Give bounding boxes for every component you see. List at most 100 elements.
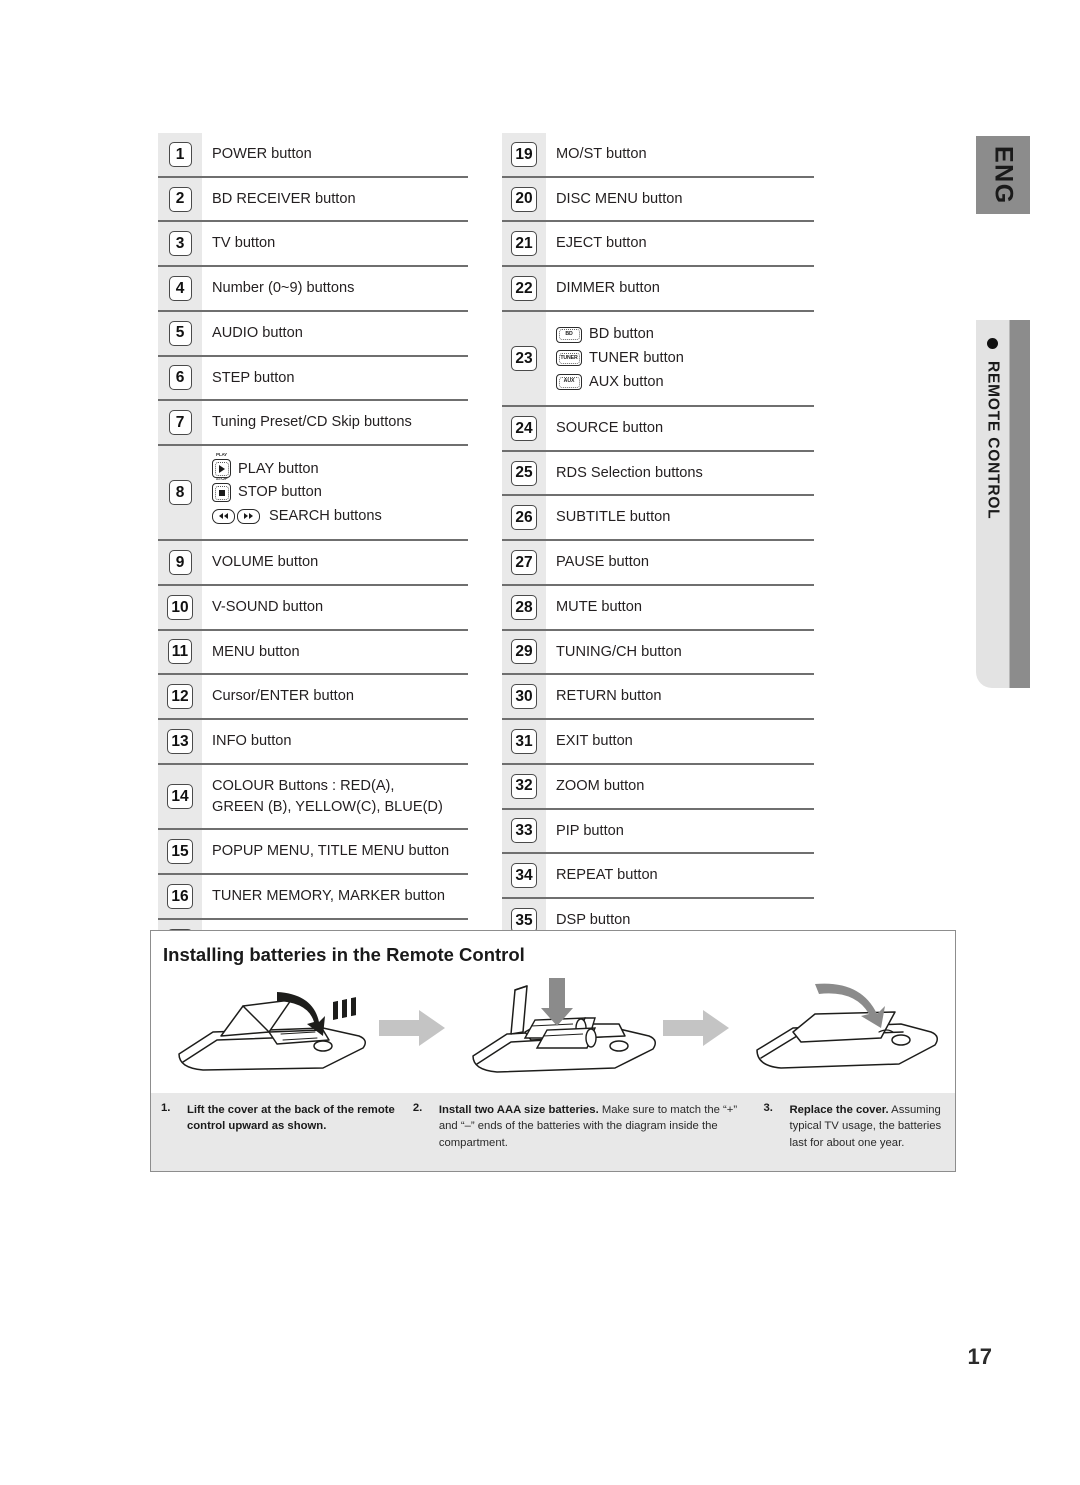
row-number-cell: 2 — [158, 177, 202, 221]
row-label-cell: POWER button — [202, 133, 468, 176]
row-label-line: DSP button — [556, 911, 631, 928]
row-label-cell: EJECT button — [546, 222, 814, 265]
row-label-cell: Tuning Preset/CD Skip buttons — [202, 401, 468, 444]
row-label-line: PIP button — [556, 822, 624, 839]
row-label-line: DISC MENU button — [556, 190, 683, 207]
row-label-cell: BD RECEIVER button — [202, 178, 468, 221]
row-number-badge: 1 — [168, 141, 192, 167]
row-label-line: RDS Selection buttons — [556, 464, 703, 481]
row-label-cell: DISC MENU button — [546, 178, 814, 221]
row-sub-entry: STOP STOP button — [212, 476, 468, 503]
table-row: 16 TUNER MEMORY, MARKER button — [158, 874, 468, 920]
bd-key-icon: BD — [556, 326, 582, 343]
table-row: 23 BD BD button TUNER TUNER button AUX AUX but… — [502, 311, 814, 408]
row-number-badge: 15 — [167, 839, 193, 865]
row-label-line: MO/ST button — [556, 146, 647, 162]
battery-step-heading: Replace the cover. — [789, 1104, 889, 1116]
table-row: 11 MENU button — [158, 630, 468, 676]
row-label-line: Number (0~9) buttons — [212, 280, 355, 297]
row-label-line: TV button — [212, 235, 276, 252]
row-number-badge: 25 — [511, 460, 537, 486]
row-sub-entry: TUNER TUNER button — [556, 348, 814, 369]
row-label-line: REPEAT button — [556, 867, 658, 884]
table-row: 9 VOLUME button — [158, 541, 468, 586]
row-number-badge: 10 — [167, 594, 193, 620]
table-row: 14 COLOUR Buttons : RED(A), GREEN (B), YEL… — [158, 764, 468, 831]
row-label-cell: REPEAT button — [546, 854, 814, 897]
table-row: 8 PLAY PLAY button STOP STOP button SEARCH bu… — [158, 446, 468, 542]
row-number-badge: 19 — [511, 141, 537, 167]
section-tab-label: REMOTE CONTROL — [984, 361, 1002, 520]
row-label-line: DIMMER button — [556, 280, 660, 297]
row-number-cell: 4 — [158, 267, 202, 310]
row-number-cell: 30 — [502, 675, 546, 719]
row-label-cell: AUDIO button — [202, 312, 468, 355]
row-label-cell: Number (0~9) buttons — [202, 267, 468, 310]
row-label-line: POWER button — [212, 146, 312, 162]
row-number-badge: 34 — [511, 863, 537, 889]
row-number-cell: 7 — [158, 401, 202, 445]
row-number-cell: 14 — [158, 764, 202, 829]
figure-insert-batteries — [469, 970, 661, 1082]
row-number-cell: 12 — [158, 675, 202, 719]
row-label-cell: MO/ST button — [546, 133, 814, 176]
battery-step: 3. Replace the cover. Assuming typical TV… — [757, 1102, 951, 1171]
row-sub-label: AUX button — [589, 373, 664, 390]
battery-step-text: Replace the cover. Assuming typical TV u… — [789, 1102, 951, 1171]
row-number-badge: 22 — [511, 276, 537, 302]
row-label-cell: STEP button — [202, 357, 468, 400]
row-number-cell: 27 — [502, 541, 546, 584]
table-row: 26 SUBTITLE button — [502, 496, 814, 542]
figure-lift-cover — [173, 970, 373, 1082]
row-number-badge: 14 — [167, 784, 193, 809]
row-label-line: TUNING/CH button — [556, 643, 682, 660]
row-number-badge: 11 — [167, 639, 193, 665]
row-label-cell: RDS Selection buttons — [546, 452, 814, 495]
battery-step-heading: Install two AAA size batteries. — [438, 1104, 599, 1116]
row-label-line: EJECT button — [556, 235, 647, 252]
search-keys-icon — [212, 508, 262, 524]
row-label-cell: PLAY PLAY button STOP STOP button SEARCH but… — [202, 446, 468, 539]
table-row: 10 V-SOUND button — [158, 585, 468, 631]
row-number-cell: 34 — [502, 854, 546, 897]
row-label-cell: EXIT button — [546, 720, 814, 763]
battery-step-text: Lift the cover at the back of the remote… — [187, 1102, 407, 1171]
row-label-line: Cursor/ENTER button — [212, 688, 354, 705]
figure-replace-cover — [753, 970, 939, 1082]
battery-steps: 1. Lift the cover at the back of the remo… — [151, 1093, 955, 1171]
row-label-line: INFO button — [212, 733, 292, 750]
row-sub-entry: SEARCH buttons — [212, 506, 468, 527]
table-row: 27 PAUSE button — [502, 541, 814, 586]
language-tab: ENG — [976, 136, 1030, 214]
row-label-cell: TUNING/CH button — [546, 631, 814, 674]
row-label-line: GREEN (B), YELLOW(C), BLUE(D) — [212, 798, 443, 815]
row-number-cell: 23 — [502, 311, 546, 406]
row-number-cell: 5 — [158, 311, 202, 355]
table-row: 32 ZOOM button — [502, 764, 814, 810]
row-sub-label: BD button — [589, 326, 654, 343]
row-number-cell: 8 — [158, 446, 202, 540]
table-row: 31 EXIT button — [502, 720, 814, 765]
row-label-cell: ZOOM button — [546, 765, 814, 808]
table-row: 28 MUTE button — [502, 585, 814, 631]
row-number-badge: 4 — [168, 276, 192, 302]
table-row: 20 DISC MENU button — [502, 177, 814, 223]
table-row: 21 EJECT button — [502, 222, 814, 268]
row-label-line: AUDIO button — [212, 324, 303, 341]
row-number-cell: 13 — [158, 720, 202, 763]
row-label-line: EXIT button — [556, 733, 633, 750]
remote-button-list-right: 19 MO/ST button 20 DISC MENU button 21 EJECT … — [502, 133, 814, 1034]
table-row: 3 TV button — [158, 222, 468, 268]
table-row: 15 POPUP MENU, TITLE MENU button — [158, 830, 468, 875]
row-sub-label: SEARCH buttons — [269, 507, 382, 524]
row-label-line: COLOUR Buttons : RED(A), — [212, 777, 395, 794]
row-number-badge: 9 — [168, 550, 192, 576]
row-label-line: VOLUME button — [212, 554, 319, 571]
table-row: 30 RETURN button — [502, 675, 814, 721]
row-label-cell: TV button — [202, 222, 468, 265]
row-number-cell: 10 — [158, 585, 202, 629]
row-label-cell: SOURCE button — [546, 407, 814, 450]
row-label-line: SUBTITLE button — [556, 509, 671, 526]
row-label-line: BD RECEIVER button — [212, 190, 356, 207]
battery-panel-title: Installing batteries in the Remote Contr… — [163, 944, 525, 965]
